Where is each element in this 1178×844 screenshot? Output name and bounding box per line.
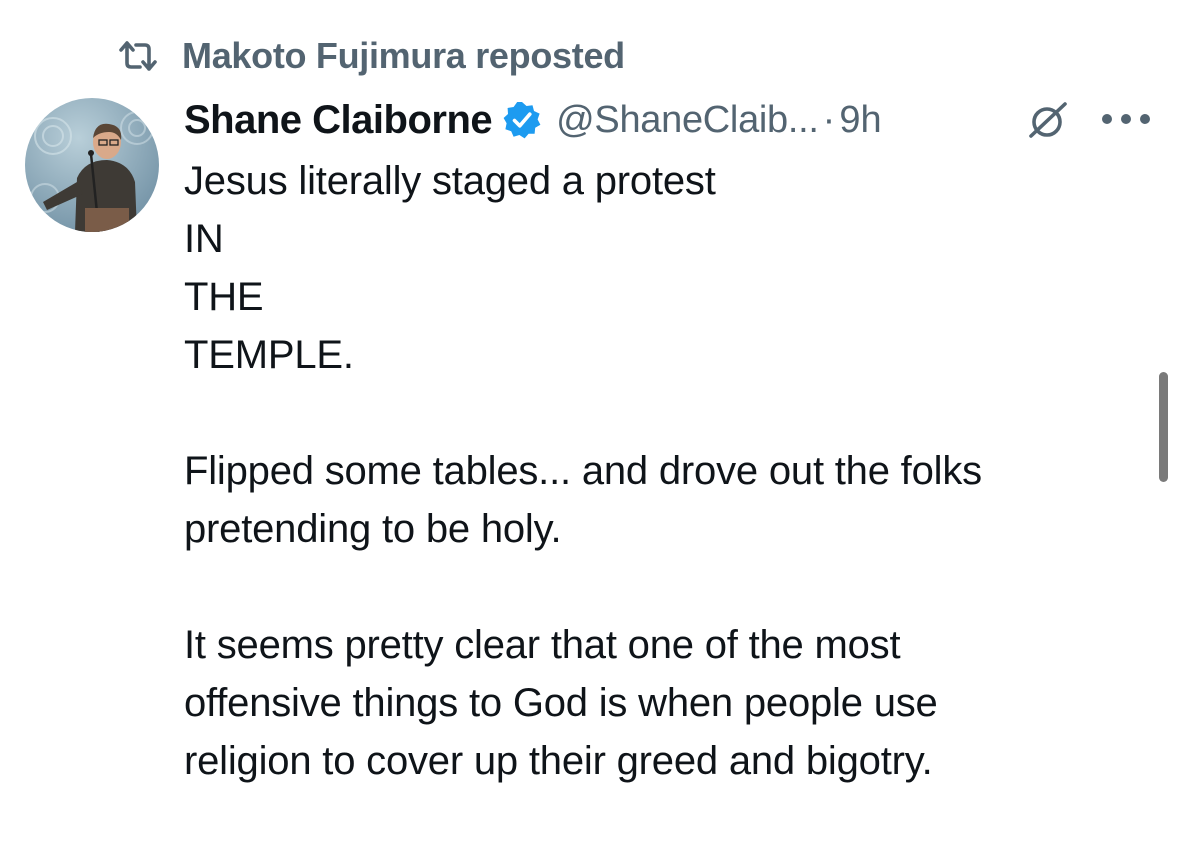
more-dot (1102, 114, 1112, 124)
repost-text: Makoto Fujimura reposted (182, 35, 625, 76)
tweet-text-line: IN (184, 217, 224, 261)
scrollbar[interactable] (1159, 372, 1168, 482)
more-dot (1121, 114, 1131, 124)
post-time[interactable]: 9h (839, 99, 881, 142)
tweet-text: Jesus literally staged a protest IN THE … (184, 152, 1144, 790)
tweet-text-line: Flipped some tables... and drove out the… (184, 449, 982, 493)
tweet-text-line: It seems pretty clear that one of the mo… (184, 623, 901, 667)
more-dot (1140, 114, 1150, 124)
author-handle[interactable]: @ShaneClaib... (556, 99, 819, 142)
grok-icon[interactable] (1022, 98, 1072, 142)
tweet-text-line: Jesus literally staged a protest (184, 159, 716, 203)
tweet-text-line: religion to cover up their greed and big… (184, 739, 933, 783)
separator-dot: · (822, 98, 836, 141)
tweet-text-line: THE (184, 275, 264, 319)
avatar[interactable] (25, 98, 159, 232)
tweet-text-line: pretending to be holy. (184, 507, 562, 551)
tweet-header: Shane Claiborne @ShaneClaib... · 9h (184, 92, 1144, 148)
tweet-text-line: offensive things to God is when people u… (184, 681, 938, 725)
tweet-text-line: TEMPLE. (184, 333, 354, 377)
author-display-name[interactable]: Shane Claiborne (184, 98, 493, 143)
verified-badge-icon[interactable] (502, 100, 542, 140)
repost-icon (118, 39, 158, 73)
more-options-icon[interactable] (1102, 104, 1150, 134)
repost-indicator[interactable]: Makoto Fujimura reposted (118, 34, 625, 78)
